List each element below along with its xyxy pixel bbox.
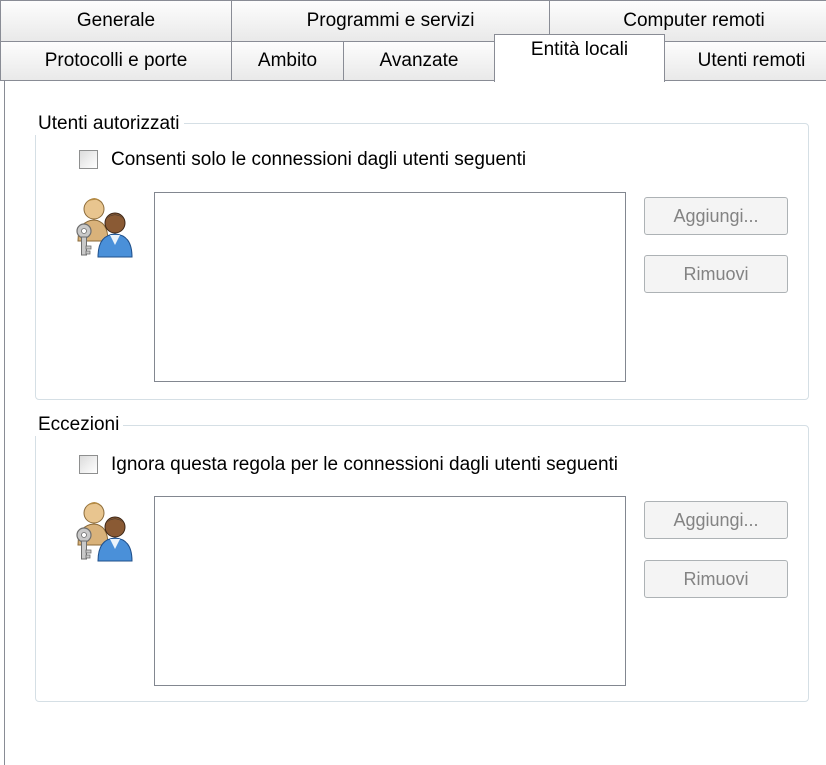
- exceptions-remove-button[interactable]: Rimuovi: [644, 560, 788, 598]
- users-key-icon: [76, 198, 133, 258]
- tab-label: Ambito: [257, 50, 318, 71]
- authorized-users-checkbox[interactable]: [79, 150, 98, 169]
- tab-label: Utenti remoti: [697, 50, 806, 71]
- tab-utenti-remoti[interactable]: Utenti remoti: [664, 41, 826, 81]
- tab-generale[interactable]: Generale: [0, 0, 232, 42]
- properties-dialog: Generale Programmi e servizi Computer re…: [0, 0, 826, 765]
- tab-label: Entità locali: [530, 39, 629, 60]
- exceptions-checkbox[interactable]: [79, 455, 98, 474]
- tab-entita-locali[interactable]: Entità locali: [494, 34, 665, 82]
- users-key-icon: [76, 502, 133, 562]
- exceptions-checkbox-label[interactable]: Ignora questa regola per le connessioni …: [111, 454, 618, 476]
- exceptions-title: Eccezioni: [34, 414, 124, 436]
- tab-avanzate[interactable]: Avanzate: [343, 41, 495, 81]
- tab-label: Computer remoti: [623, 10, 765, 31]
- tab-label: Avanzate: [379, 50, 459, 71]
- tab-label: Programmi e servizi: [306, 10, 475, 31]
- authorized-users-add-button[interactable]: Aggiungi...: [644, 197, 788, 235]
- authorized-users-list[interactable]: [154, 192, 626, 382]
- authorized-users-checkbox-label[interactable]: Consenti solo le connessioni dagli utent…: [111, 149, 526, 171]
- authorized-users-remove-button[interactable]: Rimuovi: [644, 255, 788, 293]
- tab-ambito[interactable]: Ambito: [231, 41, 344, 81]
- tab-protocolli-e-porte[interactable]: Protocolli e porte: [0, 41, 232, 81]
- tab-label: Protocolli e porte: [44, 50, 188, 71]
- tab-label: Generale: [76, 10, 156, 31]
- exceptions-add-button[interactable]: Aggiungi...: [644, 501, 788, 539]
- exceptions-list[interactable]: [154, 496, 626, 686]
- authorized-users-title: Utenti autorizzati: [34, 113, 184, 135]
